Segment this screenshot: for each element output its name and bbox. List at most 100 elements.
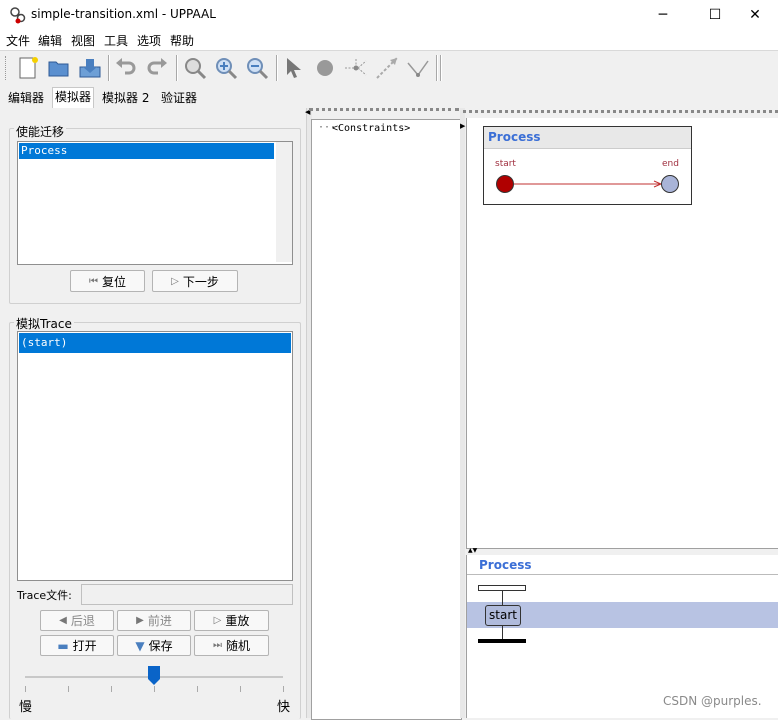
back-label: 后退	[70, 614, 95, 628]
collapse-up-down-icon[interactable]: ▲▼	[468, 547, 477, 554]
start-location-label: start	[495, 159, 516, 169]
back-icon: ◀	[59, 615, 67, 626]
slider-tick	[197, 686, 198, 692]
save-icon[interactable]	[77, 55, 103, 81]
replay-icon: ▷	[213, 615, 222, 626]
process-view-pane: Process start end	[466, 118, 778, 548]
toolbar-separator	[176, 55, 177, 81]
save-icon: ▼	[135, 638, 145, 653]
start-location	[496, 175, 514, 193]
lifeline-end	[478, 639, 526, 643]
toolbar-grip[interactable]	[5, 56, 9, 80]
speed-slider-thumb[interactable]	[148, 666, 160, 686]
save-label: 保存	[148, 639, 173, 653]
nail-icon[interactable]	[405, 55, 431, 81]
tab-editor[interactable]: 编辑器	[6, 89, 46, 107]
splitter[interactable]	[466, 548, 778, 555]
state-box[interactable]: start	[485, 605, 521, 626]
list-scrollbar[interactable]	[276, 142, 292, 262]
uppaal-logo-icon	[10, 7, 26, 24]
trace-item[interactable]: (start)	[19, 333, 291, 353]
minimize-button[interactable]: ─	[640, 0, 686, 30]
watermark: CSDN @purples.	[663, 694, 762, 708]
save-trace-button[interactable]: ▼ 保存	[117, 635, 191, 656]
back-button[interactable]: ◀ 后退	[40, 610, 114, 631]
replay-button[interactable]: ▷ 重放	[194, 610, 269, 631]
menu-options[interactable]: 选项	[137, 32, 161, 49]
reset-button[interactable]: ⏮ 复位	[70, 270, 145, 292]
menu-file[interactable]: 文件	[6, 32, 30, 49]
next-step-label: 下一步	[182, 274, 219, 289]
sequence-process-name: Process	[467, 555, 778, 575]
variables-pane: ···· <Constraints>	[311, 119, 462, 720]
edge-icon[interactable]	[374, 55, 400, 81]
select-icon[interactable]	[281, 55, 307, 81]
end-location-label: end	[662, 159, 679, 169]
branch-icon[interactable]	[343, 55, 369, 81]
window-title: simple-transition.xml - UPPAAL	[31, 7, 216, 21]
trace-file-field[interactable]	[81, 584, 293, 605]
folder-icon: ▬	[57, 638, 69, 653]
open-icon[interactable]	[46, 55, 72, 81]
enabled-transitions-title: 使能迁移	[14, 123, 67, 140]
speed-slow-label: 慢	[19, 700, 33, 715]
menu-edit[interactable]: 编辑	[38, 32, 62, 49]
slider-tick	[25, 686, 26, 692]
tab-verifier[interactable]: 验证器	[159, 89, 199, 107]
skip-back-icon: ⏮	[88, 275, 98, 287]
constraints-node[interactable]: <Constraints>	[332, 123, 410, 134]
menu-tools[interactable]: 工具	[104, 32, 128, 49]
trace-list[interactable]: (start)	[17, 331, 293, 581]
splitter[interactable]	[460, 108, 465, 718]
simulator-control-pane: 使能迁移 Process ⏮ 复位 ▷ 下一步 模拟Trace (start) …	[0, 108, 306, 719]
zoom-fit-icon[interactable]	[182, 55, 208, 81]
transition-item[interactable]: Process	[19, 143, 274, 159]
slider-tick	[154, 686, 155, 692]
collapse-right-icon[interactable]: ▶	[460, 122, 465, 130]
toolbar-separator	[108, 55, 109, 81]
toolbar	[0, 51, 778, 85]
pane-grip[interactable]	[309, 108, 459, 115]
random-icon: ⏭	[212, 640, 222, 651]
forward-icon: ▶	[136, 615, 144, 626]
slider-tick	[68, 686, 69, 692]
new-icon[interactable]	[15, 55, 41, 81]
play-icon: ▷	[171, 275, 179, 287]
process-frame: Process start end	[483, 126, 692, 205]
menu-view[interactable]: 视图	[71, 32, 95, 49]
process-name: Process	[484, 127, 691, 149]
enabled-transitions-list[interactable]: Process	[17, 141, 293, 265]
automaton-diagram	[496, 175, 679, 193]
toolbar-separator	[440, 55, 441, 81]
undo-icon[interactable]	[113, 55, 139, 81]
speed-slider-ticks	[25, 686, 284, 692]
menu-help[interactable]: 帮助	[170, 32, 194, 49]
pane-grip[interactable]	[463, 110, 778, 117]
random-button[interactable]: ⏭ 随机	[194, 635, 269, 656]
slider-tick	[111, 686, 112, 692]
tab-simulator-2[interactable]: 模拟器 2	[100, 89, 151, 107]
tab-simulator[interactable]: 模拟器	[52, 87, 95, 108]
zoom-out-icon[interactable]	[244, 55, 270, 81]
toolbar-separator	[436, 55, 437, 81]
redo-icon[interactable]	[144, 55, 170, 81]
open-trace-button[interactable]: ▬ 打开	[40, 635, 114, 656]
slider-tick	[283, 686, 284, 692]
reset-label: 复位	[101, 274, 126, 289]
replay-label: 重放	[225, 614, 250, 628]
next-step-button[interactable]: ▷ 下一步	[152, 270, 238, 292]
menu-bar: 文件 编辑 视图 工具 选项 帮助	[0, 30, 778, 51]
title-bar: simple-transition.xml - UPPAAL ─ ☐ ✕	[0, 0, 778, 30]
close-button[interactable]: ✕	[732, 0, 778, 30]
zoom-in-icon[interactable]	[213, 55, 239, 81]
trace-file-label: Trace文件:	[17, 589, 72, 602]
open-label: 打开	[72, 639, 97, 653]
location-icon[interactable]	[312, 55, 338, 81]
forward-label: 前进	[147, 614, 172, 628]
sequence-chart-pane: Process start CSDN @purples.	[466, 555, 778, 718]
trace-title: 模拟Trace	[14, 315, 74, 332]
speed-fast-label: 快	[277, 700, 291, 715]
toolbar-separator	[276, 55, 277, 81]
slider-tick	[240, 686, 241, 692]
forward-button[interactable]: ▶ 前进	[117, 610, 191, 631]
